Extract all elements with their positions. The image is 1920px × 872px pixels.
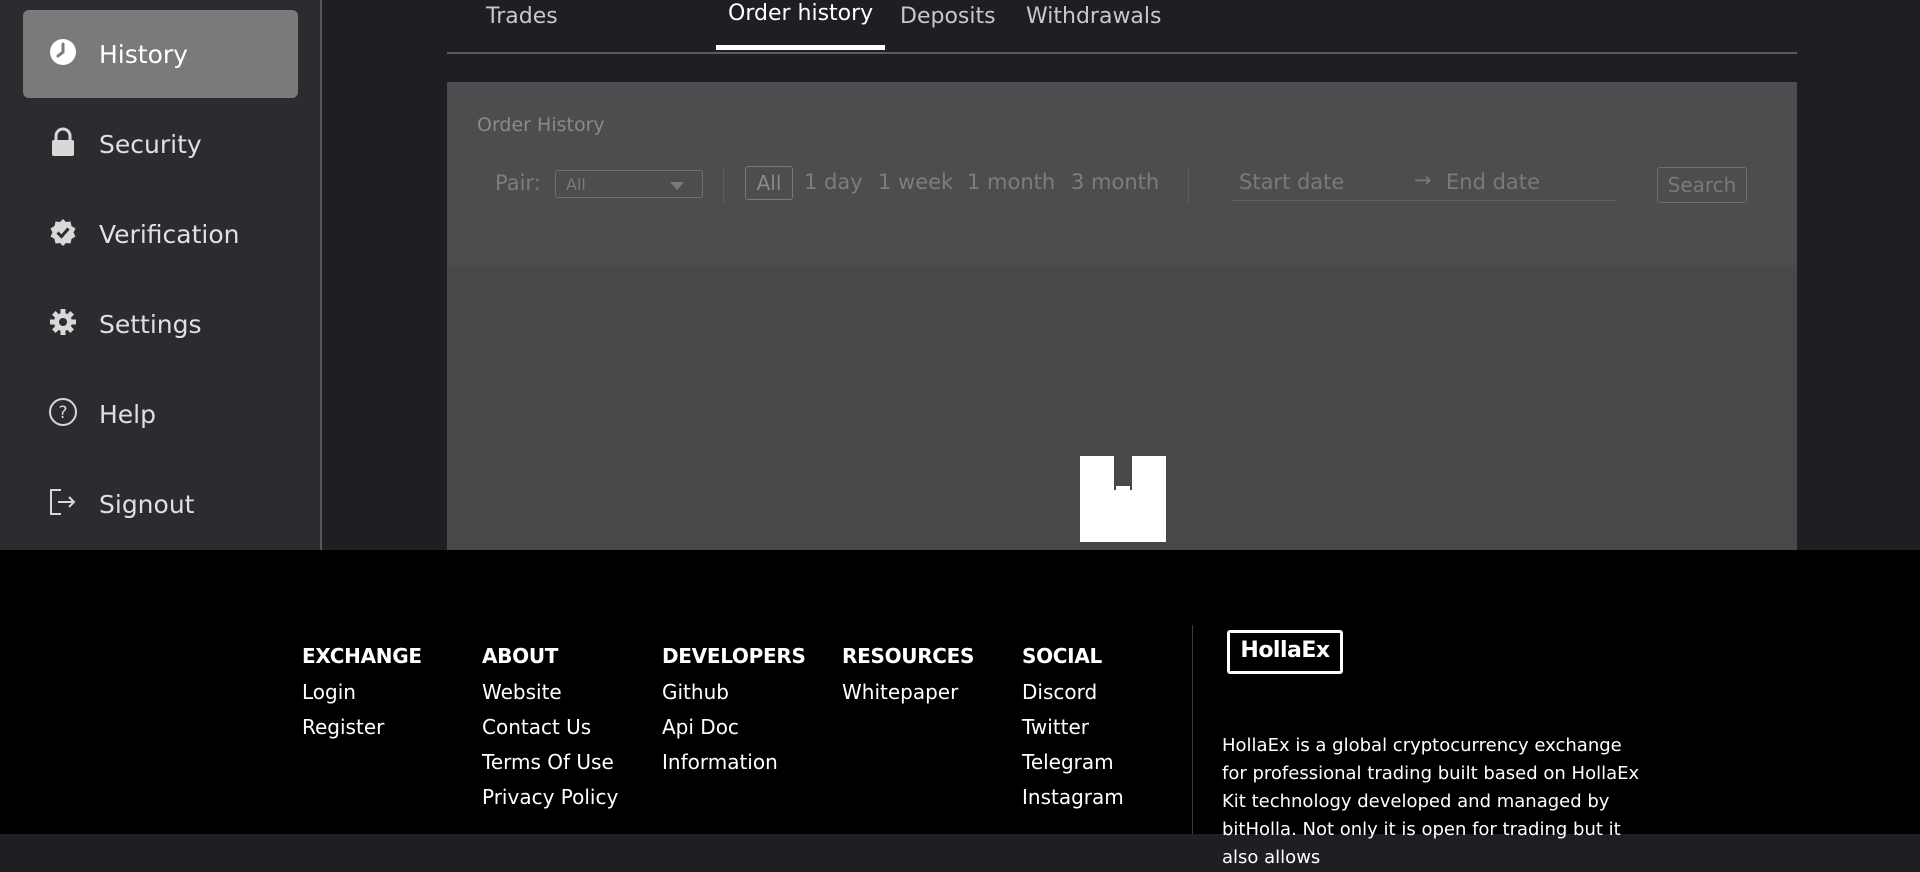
sidebar-item-label: Verification bbox=[99, 219, 240, 249]
sidebar-item-history[interactable]: History bbox=[23, 10, 298, 98]
range-1-day-button[interactable]: 1 day bbox=[804, 170, 863, 194]
end-date-input[interactable]: End date bbox=[1446, 170, 1540, 194]
footer-link-github[interactable]: Github bbox=[662, 680, 806, 715]
tab-withdrawals[interactable]: Withdrawals bbox=[1026, 0, 1162, 50]
footer-heading: SOCIAL bbox=[1022, 644, 1102, 668]
svg-text:?: ? bbox=[58, 403, 67, 423]
divider bbox=[1188, 167, 1189, 203]
sidebar-item-verification[interactable]: Verification bbox=[23, 190, 298, 278]
footer-column-about: ABOUT Website Contact Us Terms Of Use Pr… bbox=[482, 644, 618, 820]
pair-select-value: All bbox=[566, 175, 586, 194]
hollaex-logo[interactable]: HollaEx bbox=[1227, 630, 1343, 674]
main-content: Trades Order history Deposits Withdrawal… bbox=[322, 0, 1920, 550]
sidebar-item-label: Signout bbox=[99, 489, 195, 519]
gear-icon bbox=[47, 306, 79, 338]
footer-column-social: SOCIAL Discord Twitter Telegram Instagra… bbox=[1022, 644, 1124, 820]
range-1-week-button[interactable]: 1 week bbox=[878, 170, 953, 194]
footer-column-developers: DEVELOPERS Github Api Doc Information bbox=[662, 644, 806, 785]
footer-link-whitepaper[interactable]: Whitepaper bbox=[842, 680, 974, 715]
arrow-right-icon: → bbox=[1414, 168, 1432, 192]
pair-select[interactable]: All bbox=[555, 170, 703, 198]
sidebar-item-label: Settings bbox=[99, 309, 202, 339]
footer-link-contact-us[interactable]: Contact Us bbox=[482, 715, 618, 750]
date-range-input[interactable]: Start date → End date bbox=[1231, 168, 1616, 201]
footer-link-privacy-policy[interactable]: Privacy Policy bbox=[482, 785, 618, 820]
footer-link-register[interactable]: Register bbox=[302, 715, 422, 750]
sidebar-item-security[interactable]: Security bbox=[23, 100, 298, 188]
tab-deposits[interactable]: Deposits bbox=[900, 0, 996, 50]
start-date-input[interactable]: Start date bbox=[1239, 170, 1344, 194]
panel-title: Order History bbox=[477, 114, 605, 136]
footer-link-api-doc[interactable]: Api Doc bbox=[662, 715, 806, 750]
footer-link-information[interactable]: Information bbox=[662, 750, 806, 785]
help-circle-icon: ? bbox=[47, 396, 79, 428]
footer: EXCHANGE Login Register ABOUT Website Co… bbox=[0, 550, 1920, 868]
footer-heading: DEVELOPERS bbox=[662, 644, 806, 668]
range-3-month-button[interactable]: 3 month bbox=[1071, 170, 1159, 194]
sidebar-item-help[interactable]: ? Help bbox=[23, 370, 298, 458]
signout-icon bbox=[47, 486, 79, 518]
footer-link-instagram[interactable]: Instagram bbox=[1022, 785, 1124, 820]
sidebar: History Security Verification Settings ?… bbox=[0, 0, 322, 550]
footer-description: HollaEx is a global cryptocurrency excha… bbox=[1222, 735, 1640, 868]
filters-bar: Order History Pair: All All 1 day 1 week… bbox=[447, 82, 1797, 265]
tab-order-history[interactable]: Order history bbox=[715, 0, 886, 50]
clock-icon bbox=[47, 36, 79, 68]
sidebar-item-signout[interactable]: Signout bbox=[23, 460, 298, 548]
footer-heading: RESOURCES bbox=[842, 644, 975, 668]
lock-icon bbox=[47, 126, 79, 158]
tab-trades[interactable]: Trades bbox=[486, 0, 558, 50]
footer-column-exchange: EXCHANGE Login Register bbox=[302, 644, 422, 750]
verified-check-icon bbox=[47, 216, 79, 248]
footer-link-website[interactable]: Website bbox=[482, 680, 618, 715]
footer-link-telegram[interactable]: Telegram bbox=[1022, 750, 1124, 785]
footer-link-twitter[interactable]: Twitter bbox=[1022, 715, 1124, 750]
divider bbox=[723, 167, 724, 203]
search-button[interactable]: Search bbox=[1657, 167, 1747, 203]
footer-link-discord[interactable]: Discord bbox=[1022, 680, 1124, 715]
order-history-panel: Order History Pair: All All 1 day 1 week… bbox=[447, 82, 1797, 550]
footer-heading: ABOUT bbox=[482, 644, 559, 668]
range-1-month-button[interactable]: 1 month bbox=[967, 170, 1055, 194]
footer-link-login[interactable]: Login bbox=[302, 680, 422, 715]
footer-column-resources: RESOURCES Whitepaper bbox=[842, 644, 974, 715]
chevron-down-icon bbox=[670, 182, 684, 190]
pair-label: Pair: bbox=[495, 171, 541, 195]
history-tabs: Trades Order history Deposits Withdrawal… bbox=[447, 0, 1797, 54]
sidebar-item-label: History bbox=[99, 39, 188, 69]
range-all-button[interactable]: All bbox=[745, 166, 793, 200]
footer-divider bbox=[1192, 625, 1193, 834]
loading-logo-icon bbox=[1080, 456, 1166, 542]
sidebar-item-label: Security bbox=[99, 129, 202, 159]
footer-heading: EXCHANGE bbox=[302, 644, 422, 668]
sidebar-item-label: Help bbox=[99, 399, 156, 429]
sidebar-item-settings[interactable]: Settings bbox=[23, 280, 298, 368]
footer-link-terms-of-use[interactable]: Terms Of Use bbox=[482, 750, 618, 785]
